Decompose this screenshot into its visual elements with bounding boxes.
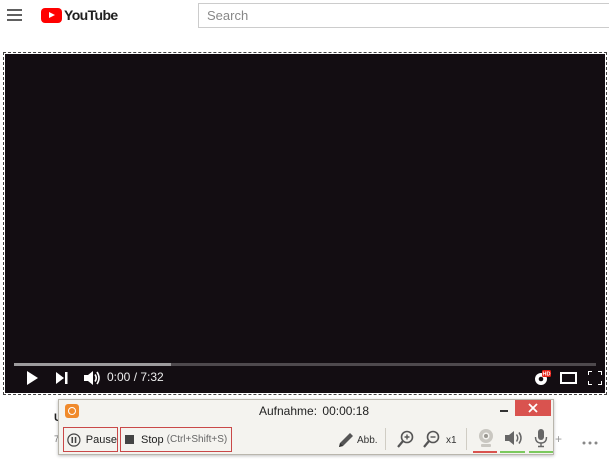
webcam-icon[interactable] (476, 428, 496, 448)
more-icon[interactable] (582, 441, 598, 445)
quality-badge: HD (543, 372, 551, 378)
speaker-icon[interactable] (504, 430, 524, 446)
next-icon[interactable] (55, 372, 69, 384)
pause-icon (67, 432, 81, 447)
pen-icon[interactable] (337, 431, 355, 449)
close-button[interactable] (515, 400, 551, 416)
youtube-logo-icon (41, 7, 62, 23)
menu-icon[interactable] (7, 9, 22, 21)
annotate-label[interactable]: Abb. (357, 435, 378, 446)
toolbar-divider (466, 428, 467, 450)
youtube-logo[interactable]: YouTube (41, 7, 118, 23)
zoom-in-icon[interactable] (397, 430, 415, 449)
progress-loaded (14, 363, 172, 366)
fullscreen-icon[interactable] (588, 371, 602, 385)
play-icon[interactable] (25, 371, 39, 385)
recording-label: Aufnahme: (259, 404, 318, 418)
zoom-level: x1 (446, 435, 457, 446)
volume-icon[interactable] (83, 370, 101, 386)
search-input[interactable] (199, 4, 609, 27)
stop-icon (125, 435, 134, 444)
pause-button[interactable]: Pause (63, 427, 118, 452)
youtube-logo-text: YouTube (64, 7, 118, 23)
settings-icon[interactable]: HD (533, 369, 551, 387)
webcam-status-bar (473, 451, 497, 453)
video-player[interactable]: 0:00 / 7:32 HD (5, 54, 605, 393)
youtube-header: YouTube (0, 0, 609, 32)
recording-status: Aufnahme: 00:00:18 (257, 404, 369, 418)
microphone-icon[interactable] (533, 428, 549, 448)
search-box (198, 3, 609, 28)
pause-label: Pause (85, 433, 117, 446)
time-display: 0:00 / 7:32 (107, 370, 164, 384)
recorder-app-icon (65, 404, 79, 418)
save-plus-fragment[interactable]: + (555, 432, 562, 446)
toolbar-divider (385, 428, 386, 450)
minimize-icon[interactable] (496, 400, 512, 416)
recording-time: 00:00:18 (322, 404, 370, 418)
stop-button[interactable]: Stop (Ctrl+Shift+S) (120, 427, 232, 452)
stop-shortcut: (Ctrl+Shift+S) (166, 434, 228, 445)
theater-icon[interactable] (560, 372, 577, 384)
stop-label: Stop (141, 433, 164, 446)
close-icon (528, 403, 538, 413)
progress-bar[interactable] (14, 363, 596, 366)
recorder-toolbar: Aufnahme: 00:00:18 Pause Stop (Ctrl+Shif… (58, 399, 554, 455)
microphone-status-bar (529, 451, 553, 453)
speaker-status-bar (500, 451, 525, 453)
zoom-out-icon[interactable] (423, 430, 441, 449)
